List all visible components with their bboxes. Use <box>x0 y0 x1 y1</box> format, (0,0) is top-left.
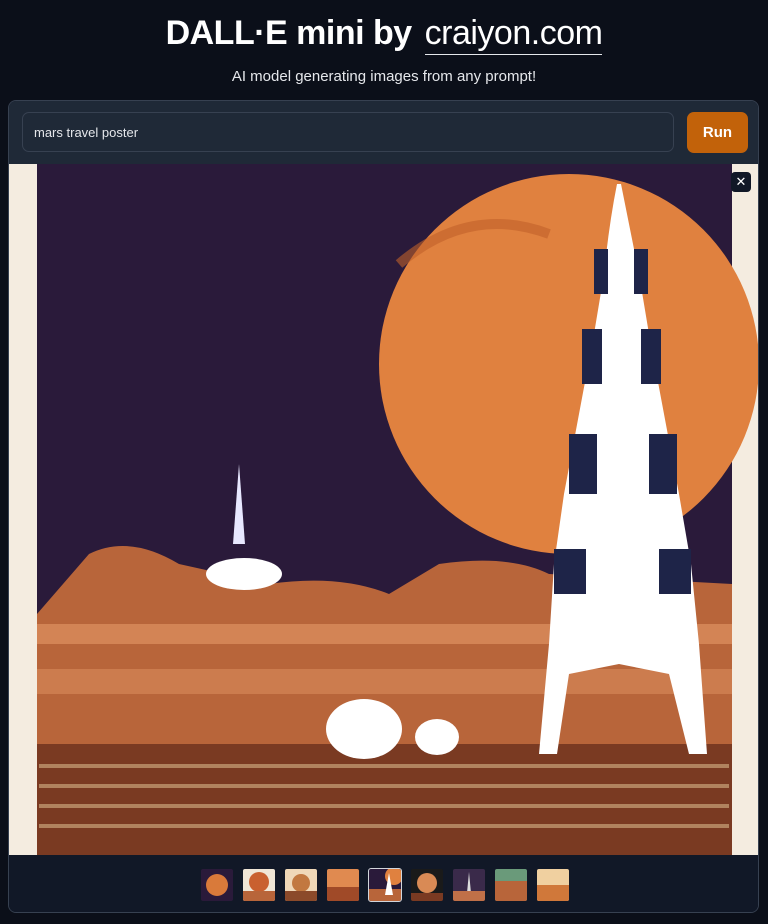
thumbnail-3[interactable] <box>285 869 317 901</box>
image-gallery: ✕ <box>9 164 759 855</box>
thumbnail-5[interactable] <box>368 868 402 902</box>
thumbnail-2[interactable] <box>243 869 275 901</box>
header: DALL·E mini by craiyon.com AI model gene… <box>0 0 768 85</box>
thumbnail-6[interactable] <box>411 869 443 901</box>
craiyon-link[interactable]: craiyon.com <box>424 14 603 55</box>
thumbnail-9[interactable] <box>537 869 569 901</box>
subtitle: AI model generating images from any prom… <box>231 68 537 85</box>
generated-image[interactable] <box>9 164 759 855</box>
thumbnail-strip <box>9 855 758 912</box>
prompt-input[interactable] <box>22 112 674 152</box>
run-button[interactable]: Run <box>687 112 748 153</box>
title-prefix: DALL·E mini by <box>165 14 413 52</box>
page-title: DALL·E mini by craiyon.com <box>0 12 768 55</box>
thumbnail-7[interactable] <box>453 869 485 901</box>
thumbnail-8[interactable] <box>495 869 527 901</box>
prompt-row: Run <box>9 101 758 164</box>
thumbnail-4[interactable] <box>327 869 359 901</box>
generator-panel: Run <box>8 100 759 913</box>
close-icon[interactable]: ✕ <box>731 172 751 192</box>
thumbnail-1[interactable] <box>201 869 233 901</box>
